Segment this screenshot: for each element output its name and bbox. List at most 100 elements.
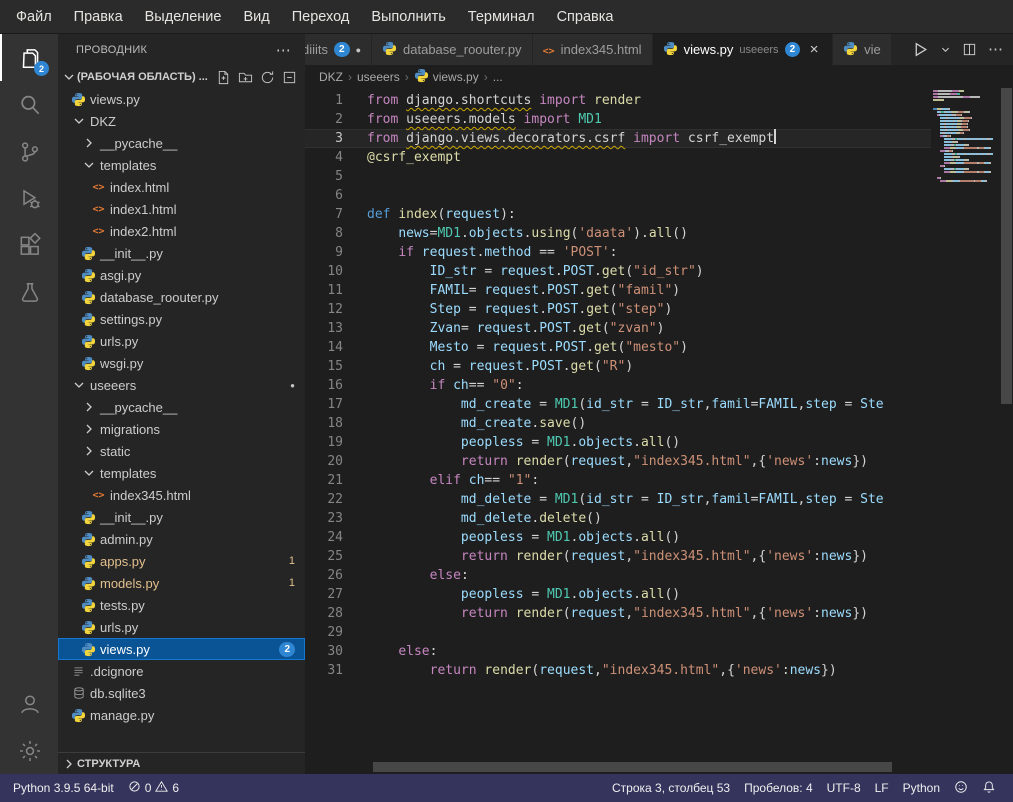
tree-item-index2.html[interactable]: <>index2.html [58, 220, 305, 242]
code-line[interactable]: 7def index(request): [305, 205, 931, 224]
vertical-scrollbar[interactable] [1000, 88, 1013, 760]
extensions-icon[interactable] [0, 222, 58, 269]
settings-icon[interactable] [0, 727, 58, 774]
new-file-icon[interactable] [216, 70, 231, 85]
run-dropdown-button[interactable] [940, 44, 951, 55]
line-number[interactable]: 1 [305, 91, 367, 110]
tab-database_roouter.py[interactable]: database_roouter.py [372, 34, 533, 65]
tree-item-urls.py[interactable]: urls.py [58, 616, 305, 638]
line-number[interactable]: 13 [305, 319, 367, 338]
menu-item-3[interactable]: Выделение [135, 5, 232, 29]
indentation[interactable]: Пробелов: 4 [737, 774, 820, 802]
search-icon[interactable] [0, 81, 58, 128]
code-line[interactable]: 1from django.shortcuts import render [305, 91, 931, 110]
tab-diiits[interactable]: diiits2● [305, 34, 372, 65]
tree-item-__pycache__[interactable]: __pycache__ [58, 396, 305, 418]
line-number[interactable]: 29 [305, 623, 367, 642]
line-number[interactable]: 12 [305, 300, 367, 319]
tree-item-index345.html[interactable]: <>index345.html [58, 484, 305, 506]
encoding[interactable]: UTF-8 [820, 774, 868, 802]
account-icon[interactable] [0, 680, 58, 727]
tree-item-__init__.py[interactable]: __init__.py [58, 242, 305, 264]
vertical-scrollbar-thumb[interactable] [1001, 88, 1012, 404]
code-line[interactable]: 21 elif ch== "1": [305, 471, 931, 490]
code-line[interactable]: 19 peopless = MD1.objects.all() [305, 433, 931, 452]
run-button[interactable] [912, 41, 929, 58]
tree-item-index1.html[interactable]: <>index1.html [58, 198, 305, 220]
code-line[interactable]: 29 [305, 623, 931, 642]
menu-item-5[interactable]: Переход [282, 5, 360, 29]
tree-item-apps.py[interactable]: apps.py1 [58, 550, 305, 572]
tree-item-asgi.py[interactable]: asgi.py [58, 264, 305, 286]
line-number[interactable]: 20 [305, 452, 367, 471]
run-debug-icon[interactable] [0, 175, 58, 222]
line-number[interactable]: 10 [305, 262, 367, 281]
more-icon[interactable]: ⋯ [988, 42, 1003, 57]
code-line[interactable]: 4@csrf_exempt [305, 148, 931, 167]
line-number[interactable]: 5 [305, 167, 367, 186]
code-line[interactable]: 27 peopless = MD1.objects.all() [305, 585, 931, 604]
menu-item-6[interactable]: Выполнить [361, 5, 455, 29]
breadcrumb-item-DKZ[interactable]: DKZ [319, 70, 343, 84]
tree-item-db.sqlite3[interactable]: db.sqlite3 [58, 682, 305, 704]
source-control-icon[interactable] [0, 128, 58, 175]
line-number[interactable]: 24 [305, 528, 367, 547]
tree-item-templates[interactable]: templates [58, 462, 305, 484]
menu-item-4[interactable]: Вид [233, 5, 279, 29]
collapse-all-icon[interactable] [282, 70, 297, 85]
tree-item-useeers[interactable]: useeers● [58, 374, 305, 396]
breadcrumb-item-views.py[interactable]: views.py [414, 68, 479, 86]
tree-item-migrations[interactable]: migrations [58, 418, 305, 440]
tree-item-urls.py[interactable]: urls.py [58, 330, 305, 352]
code-line[interactable]: 10 ID_str = request.POST.get("id_str") [305, 262, 931, 281]
code-line[interactable]: 22 md_delete = MD1(id_str = ID_str,famil… [305, 490, 931, 509]
tab-index345.html[interactable]: <>index345.html [533, 34, 653, 65]
line-number[interactable]: 2 [305, 110, 367, 129]
minimap[interactable] [933, 90, 999, 760]
code-line[interactable]: 20 return render(request,"index345.html"… [305, 452, 931, 471]
line-number[interactable]: 31 [305, 661, 367, 680]
code-line[interactable]: 26 else: [305, 566, 931, 585]
line-number[interactable]: 14 [305, 338, 367, 357]
line-number[interactable]: 25 [305, 547, 367, 566]
language-mode[interactable]: Python [896, 774, 947, 802]
line-number[interactable]: 15 [305, 357, 367, 376]
close-icon[interactable]: × [806, 41, 822, 58]
notifications[interactable] [975, 774, 1003, 802]
code-line[interactable]: 17 md_create = MD1(id_str = ID_str,famil… [305, 395, 931, 414]
line-number[interactable]: 9 [305, 243, 367, 262]
menu-item-8[interactable]: Справка [547, 5, 624, 29]
cursor-position[interactable]: Строка 3, столбец 53 [605, 774, 737, 802]
menu-item-1[interactable]: Файл [6, 5, 62, 29]
code-line[interactable]: 2from useeers.models import MD1 [305, 110, 931, 129]
line-number[interactable]: 19 [305, 433, 367, 452]
line-number[interactable]: 27 [305, 585, 367, 604]
testing-icon[interactable] [0, 269, 58, 316]
tree-item-templates[interactable]: templates [58, 154, 305, 176]
tree-item-views.py[interactable]: views.py [58, 88, 305, 110]
outline-section-header[interactable]: СТРУКТУРА [58, 752, 305, 774]
tree-item-views.py[interactable]: views.py2 [58, 638, 305, 660]
line-number[interactable]: 11 [305, 281, 367, 300]
tree-item-.dcignore[interactable]: .dcignore [58, 660, 305, 682]
python-version[interactable]: Python 3.9.5 64-bit [6, 774, 121, 802]
code-line[interactable]: 9 if request.method == 'POST': [305, 243, 931, 262]
code-line[interactable]: 5 [305, 167, 931, 186]
code-line[interactable]: 15 ch = request.POST.get("R") [305, 357, 931, 376]
tree-item-wsgi.py[interactable]: wsgi.py [58, 352, 305, 374]
breadcrumb-item-useeers[interactable]: useeers [357, 70, 400, 84]
tree-item-admin.py[interactable]: admin.py [58, 528, 305, 550]
line-number[interactable]: 4 [305, 148, 367, 167]
line-number[interactable]: 22 [305, 490, 367, 509]
line-number[interactable]: 3 [305, 129, 367, 148]
tree-item-tests.py[interactable]: tests.py [58, 594, 305, 616]
code-line[interactable]: 30 else: [305, 642, 931, 661]
code-line[interactable]: 3from django.views.decorators.csrf impor… [305, 129, 931, 148]
code-line[interactable]: 31 return render(request,"index345.html"… [305, 661, 931, 680]
code-line[interactable]: 13 Zvan= request.POST.get("zvan") [305, 319, 931, 338]
tree-item-__init__.py[interactable]: __init__.py [58, 506, 305, 528]
menu-item-2[interactable]: Правка [64, 5, 133, 29]
feedback[interactable] [947, 774, 975, 802]
workspace-section-header[interactable]: (РАБОЧАЯ ОБЛАСТЬ) ... [58, 66, 305, 88]
tab-views.py[interactable]: views.pyuseeers2× [653, 34, 834, 65]
